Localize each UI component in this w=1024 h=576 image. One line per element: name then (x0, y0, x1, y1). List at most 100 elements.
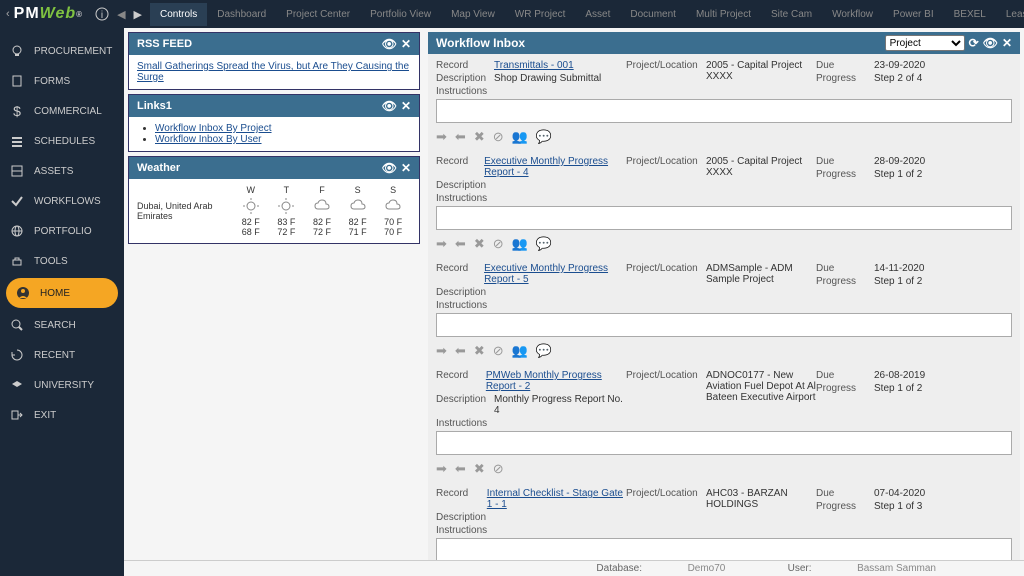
action-icon[interactable]: ✖ (474, 129, 485, 145)
top-tab-asset[interactable]: Asset (575, 3, 620, 26)
check-icon (10, 194, 24, 208)
top-tab-portfolio-view[interactable]: Portfolio View (360, 3, 441, 26)
doc-icon (10, 74, 24, 88)
action-icon[interactable]: 💬 (536, 129, 552, 145)
instructions-input[interactable] (436, 313, 1012, 337)
action-icon[interactable]: ⊘ (493, 129, 504, 145)
close-icon[interactable]: ✕ (401, 99, 411, 113)
nav-prev-icon[interactable]: ◀ (117, 8, 125, 21)
weather-day: S70 F70 F (375, 185, 411, 237)
sidebar-item-workflows[interactable]: WORKFLOWS (0, 186, 124, 216)
exit-icon (10, 408, 24, 422)
top-tab-power-bi[interactable]: Power BI (883, 3, 944, 26)
record-link[interactable]: Executive Monthly Progress Report - 5 (484, 263, 626, 285)
action-icon[interactable]: ⬅ (455, 129, 466, 145)
action-icon[interactable]: ⊘ (493, 236, 504, 252)
top-tab-multi-project[interactable]: Multi Project (686, 3, 761, 26)
instructions-input[interactable] (436, 538, 1012, 562)
eye-icon[interactable]: 👁 (382, 37, 397, 51)
sidebar-item-portfolio[interactable]: PORTFOLIO (0, 216, 124, 246)
info-icon[interactable]: i (95, 7, 109, 21)
link-item[interactable]: Workflow Inbox By User (155, 134, 262, 145)
top-tab-lease[interactable]: Lease (996, 3, 1024, 26)
close-icon[interactable]: ✕ (401, 37, 411, 51)
sidebar-item-home[interactable]: HOME (6, 278, 118, 308)
action-icon[interactable]: ✖ (474, 343, 485, 359)
sidebar-item-search[interactable]: SEARCH (0, 310, 124, 340)
sidebar-item-label: EXIT (34, 410, 56, 421)
top-tab-bexel[interactable]: BEXEL (944, 3, 996, 26)
nav-next-icon[interactable]: ▶ (134, 8, 142, 21)
eye-icon[interactable]: 👁 (983, 36, 998, 50)
status-bar: Database: Demo70 User: Bassam Samman (124, 560, 1024, 576)
sidebar-item-label: RECENT (34, 350, 75, 361)
record-link[interactable]: Executive Monthly Progress Report - 4 (484, 156, 626, 178)
instructions-input[interactable] (436, 431, 1012, 455)
close-icon[interactable]: ✕ (401, 161, 411, 175)
recent-icon (10, 348, 24, 362)
top-tab-document[interactable]: Document (620, 3, 686, 26)
action-icon[interactable]: 👥 (512, 236, 528, 252)
record-link[interactable]: Transmittals - 001 (494, 60, 574, 71)
sidebar-item-exit[interactable]: EXIT (0, 400, 124, 430)
top-tab-controls[interactable]: Controls (150, 3, 207, 26)
sidebar-item-label: PROCUREMENT (34, 46, 112, 57)
sidebar-item-commercial[interactable]: $ COMMERCIAL (0, 96, 124, 126)
sidebar-item-assets[interactable]: ASSETS (0, 156, 124, 186)
action-icon[interactable]: ⬅ (455, 343, 466, 359)
sidebar-item-recent[interactable]: RECENT (0, 340, 124, 370)
action-icon[interactable]: ➡ (436, 236, 447, 252)
instructions-input[interactable] (436, 206, 1012, 230)
grad-icon (10, 378, 24, 392)
eye-icon[interactable]: 👁 (382, 99, 397, 113)
sidebar-item-schedules[interactable]: SCHEDULES (0, 126, 124, 156)
instructions-input[interactable] (436, 99, 1012, 123)
top-tab-dashboard[interactable]: Dashboard (207, 3, 276, 26)
weather-day: T83 F72 F (269, 185, 305, 237)
top-tab-project-center[interactable]: Project Center (276, 3, 360, 26)
action-icon[interactable]: ⬅ (455, 461, 466, 477)
action-icon[interactable]: ⊘ (493, 343, 504, 359)
links-title: Links1 (137, 100, 172, 112)
dollar-icon: $ (10, 104, 24, 118)
back-icon[interactable]: ‹ (6, 8, 10, 20)
top-tab-workflow[interactable]: Workflow (822, 3, 883, 26)
top-tab-site-cam[interactable]: Site Cam (761, 3, 822, 26)
action-icon[interactable]: ➡ (436, 129, 447, 145)
record-link[interactable]: Internal Checklist - Stage Gate 1 - 1 (487, 488, 626, 510)
weather-day: F82 F72 F (304, 185, 340, 237)
inbox-record: RecordPMWeb Monthly Progress Report - 2D… (432, 368, 1016, 482)
action-icon[interactable]: 👥 (512, 343, 528, 359)
svg-text:i: i (101, 10, 103, 21)
sidebar-item-forms[interactable]: FORMS (0, 66, 124, 96)
top-tab-map-view[interactable]: Map View (441, 3, 505, 26)
sidebar-item-label: HOME (40, 288, 70, 299)
action-icon[interactable]: ➡ (436, 461, 447, 477)
sidebar-item-label: COMMERCIAL (34, 106, 102, 117)
refresh-icon[interactable]: ⟳ (969, 36, 979, 50)
action-icon[interactable]: ✖ (474, 461, 485, 477)
eye-icon[interactable]: 👁 (382, 161, 397, 175)
action-icon[interactable]: ➡ (436, 343, 447, 359)
link-item[interactable]: Workflow Inbox By Project (155, 123, 272, 134)
tools-icon (10, 254, 24, 268)
action-icon[interactable]: 💬 (536, 343, 552, 359)
action-icon[interactable]: ⊘ (493, 461, 504, 477)
sidebar-item-procurement[interactable]: PROCUREMENT (0, 36, 124, 66)
sidebar-item-university[interactable]: UNIVERSITY (0, 370, 124, 400)
close-icon[interactable]: ✕ (1002, 36, 1012, 50)
action-icon[interactable]: 👥 (512, 129, 528, 145)
sidebar: PROCUREMENT FORMS $ COMMERCIAL SCHEDULES ASSE… (0, 28, 124, 576)
rss-link[interactable]: Small Gatherings Spread the Virus, but A… (137, 61, 409, 83)
record-link[interactable]: PMWeb Monthly Progress Report - 2 (486, 370, 626, 392)
inbox-record: RecordExecutive Monthly Progress Report … (432, 154, 1016, 257)
action-icon[interactable]: ⬅ (455, 236, 466, 252)
app-logo: PMWeb® (14, 5, 83, 23)
sidebar-item-tools[interactable]: TOOLS (0, 246, 124, 276)
action-icon[interactable]: 💬 (536, 236, 552, 252)
sidebar-item-label: ASSETS (34, 166, 73, 177)
top-tab-wr-project[interactable]: WR Project (505, 3, 576, 26)
action-icon[interactable]: ✖ (474, 236, 485, 252)
inbox-filter[interactable]: Project (885, 35, 965, 51)
inbox-record: RecordTransmittals - 001DescriptionShop … (432, 58, 1016, 150)
